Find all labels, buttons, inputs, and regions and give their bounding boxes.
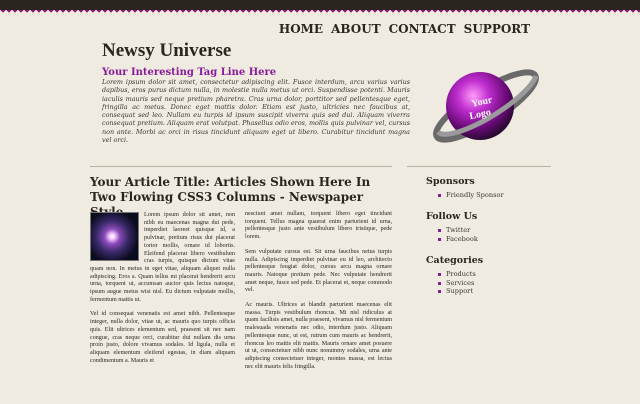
nav-support[interactable]: SUPPORT: [464, 22, 530, 36]
article-column-2: nesciunt amet nullam, torquent libero eg…: [245, 211, 392, 378]
main-nav: HOME ABOUT CONTACT SUPPORT: [279, 22, 530, 36]
facebook-link[interactable]: Facebook: [426, 235, 478, 244]
nav-home[interactable]: HOME: [279, 22, 323, 36]
follow-heading: Follow Us: [426, 211, 478, 222]
sponsors-heading: Sponsors: [426, 176, 475, 187]
top-bar: [0, 0, 640, 10]
sponsor-link[interactable]: Friendly Sponsor: [426, 191, 504, 200]
article-paragraph: nesciunt amet nullam, torquent libero eg…: [245, 211, 392, 241]
article-paragraph: Vel id consequat venenatis est amet nibh…: [90, 311, 235, 364]
divider-left: [90, 166, 392, 167]
planet-logo[interactable]: Your Logo: [420, 54, 552, 152]
article-paragraph: Sem vulputate cursus est. Sit urna fauci…: [245, 248, 392, 294]
twitter-link[interactable]: Twitter: [426, 226, 478, 235]
category-products[interactable]: Products: [426, 270, 483, 279]
tagline: Your Interesting Tag Line Here: [102, 67, 277, 78]
categories-heading: Categories: [426, 255, 484, 266]
zigzag-border: [0, 10, 640, 15]
divider-right: [407, 166, 551, 167]
site-title[interactable]: Newsy Universe: [102, 40, 231, 62]
categories-section: Categories Products Services Support: [426, 255, 483, 296]
intro-text: Lorem ipsum dolor sit amet, consectetur …: [102, 78, 410, 145]
nav-contact[interactable]: CONTACT: [389, 22, 456, 36]
article-paragraph: Ac mauris. Ultrices at blandit parturien…: [245, 302, 392, 370]
category-support[interactable]: Support: [426, 287, 483, 296]
follow-section: Follow Us Twitter Facebook: [426, 211, 478, 243]
galaxy-thumbnail: [90, 212, 139, 261]
article-column-1: Lorem ipsum dolor sit amet, non nibh eu …: [90, 212, 235, 372]
category-services[interactable]: Services: [426, 279, 483, 288]
nav-about[interactable]: ABOUT: [331, 22, 381, 36]
sponsors-section: Sponsors Friendly Sponsor: [426, 176, 504, 200]
